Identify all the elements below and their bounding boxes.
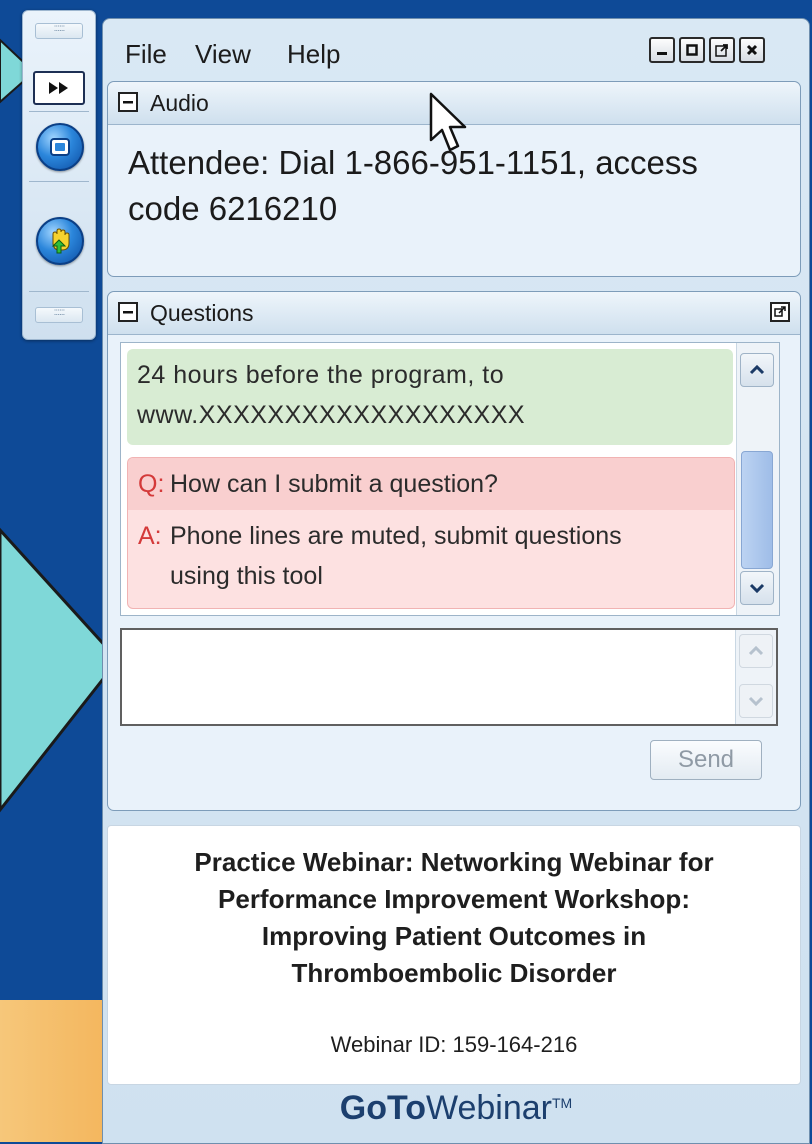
menu-bar: File View Help bbox=[103, 19, 809, 83]
fast-forward-button[interactable] bbox=[33, 71, 85, 105]
close-icon bbox=[746, 44, 758, 56]
webinar-title-line: Improving Patient Outcomes in bbox=[261, 921, 647, 951]
questions-collapse-button[interactable] bbox=[118, 302, 138, 322]
webinar-title-line: Practice Webinar: Networking Webinar for bbox=[194, 847, 714, 877]
screen-share-button[interactable] bbox=[36, 123, 84, 171]
input-scroll-up-button[interactable] bbox=[739, 634, 773, 668]
webinar-title-line: Performance Improvement Workshop: bbox=[218, 884, 690, 914]
webinar-info: Practice Webinar: Networking Webinar for… bbox=[107, 825, 801, 1085]
answer-text: Phone lines are muted, submit questions bbox=[170, 522, 622, 550]
scroll-up-button[interactable] bbox=[740, 353, 774, 387]
menu-help[interactable]: Help bbox=[287, 39, 340, 70]
minimize-button[interactable] bbox=[649, 37, 675, 63]
chevron-down-icon bbox=[749, 583, 765, 593]
logo-trademark: TM bbox=[552, 1095, 573, 1111]
side-toolbar: :::::: :::::: bbox=[22, 10, 96, 340]
toolbar-grip-bottom[interactable]: :::::: bbox=[35, 307, 83, 323]
fast-forward-icon bbox=[49, 82, 68, 94]
popout-icon bbox=[774, 306, 786, 317]
close-button[interactable] bbox=[739, 37, 765, 63]
minus-icon bbox=[123, 101, 133, 104]
logo-light-text: Webinar bbox=[426, 1089, 552, 1127]
chevron-up-icon bbox=[748, 646, 764, 656]
questions-popout-button[interactable] bbox=[770, 302, 790, 322]
answer-prefix: A: bbox=[138, 522, 162, 550]
restore-button[interactable] bbox=[679, 37, 705, 63]
toolbar-divider bbox=[29, 111, 89, 112]
minimize-icon bbox=[657, 52, 667, 55]
input-scrollbar[interactable] bbox=[735, 630, 776, 724]
raise-hand-button[interactable] bbox=[36, 217, 84, 265]
answer-line: 24 hours before the program, to bbox=[137, 361, 505, 389]
questions-section-title: Questions bbox=[150, 300, 254, 326]
scroll-down-button[interactable] bbox=[740, 571, 774, 605]
question-row: Q: How can I submit a question? bbox=[128, 458, 734, 510]
audio-section-title: Audio bbox=[150, 90, 209, 116]
audio-dial-line2: code 6216210 bbox=[128, 190, 338, 227]
minus-icon bbox=[123, 311, 133, 314]
questions-section: Questions 24 hours before the program, t… bbox=[107, 291, 801, 811]
question-input[interactable] bbox=[120, 628, 778, 726]
toolbar-grip-top[interactable]: :::::: bbox=[35, 23, 83, 39]
popout-icon bbox=[715, 44, 728, 57]
webinar-id: Webinar ID: 159-164-216 bbox=[330, 1032, 578, 1057]
control-panel: File View Help Audio Attendee: Dial 1-86… bbox=[102, 18, 810, 1144]
qa-message-list: 24 hours before the program, to www.XXXX… bbox=[120, 342, 780, 616]
question-text: How can I submit a question? bbox=[170, 470, 498, 498]
chevron-down-icon bbox=[748, 696, 764, 706]
questions-section-header: Questions bbox=[108, 292, 800, 335]
raise-hand-icon bbox=[51, 228, 70, 254]
menu-view[interactable]: View bbox=[195, 39, 251, 70]
toolbar-divider bbox=[29, 181, 89, 182]
audio-collapse-button[interactable] bbox=[118, 92, 138, 112]
webinar-title: Practice Webinar: Networking Webinar for… bbox=[108, 844, 800, 992]
answer-text: using this tool bbox=[170, 562, 323, 590]
menu-file[interactable]: File bbox=[125, 39, 167, 70]
webinar-title-line: Thromboembolic Disorder bbox=[291, 958, 617, 988]
qa-item: Q: How can I submit a question? A: Phone… bbox=[127, 457, 735, 609]
input-scroll-down-button[interactable] bbox=[739, 684, 773, 718]
logo-bold-text: GoTo bbox=[339, 1089, 426, 1127]
question-prefix: Q: bbox=[138, 470, 165, 498]
mouse-cursor-icon bbox=[429, 92, 467, 152]
scroll-thumb[interactable] bbox=[741, 451, 773, 569]
screen-icon bbox=[50, 138, 70, 156]
qa-scrollbar[interactable] bbox=[736, 343, 779, 615]
answer-message: 24 hours before the program, to www.XXXX… bbox=[127, 349, 733, 445]
answer-line: www.XXXXXXXXXXXXXXXXXXX bbox=[137, 401, 526, 429]
toolbar-divider bbox=[29, 291, 89, 292]
restore-icon bbox=[686, 44, 698, 56]
send-button[interactable]: Send bbox=[650, 740, 762, 780]
popout-button[interactable] bbox=[709, 37, 735, 63]
chevron-up-icon bbox=[749, 365, 765, 375]
gotowebinar-logo: GoToWebinarTM bbox=[103, 1089, 809, 1128]
